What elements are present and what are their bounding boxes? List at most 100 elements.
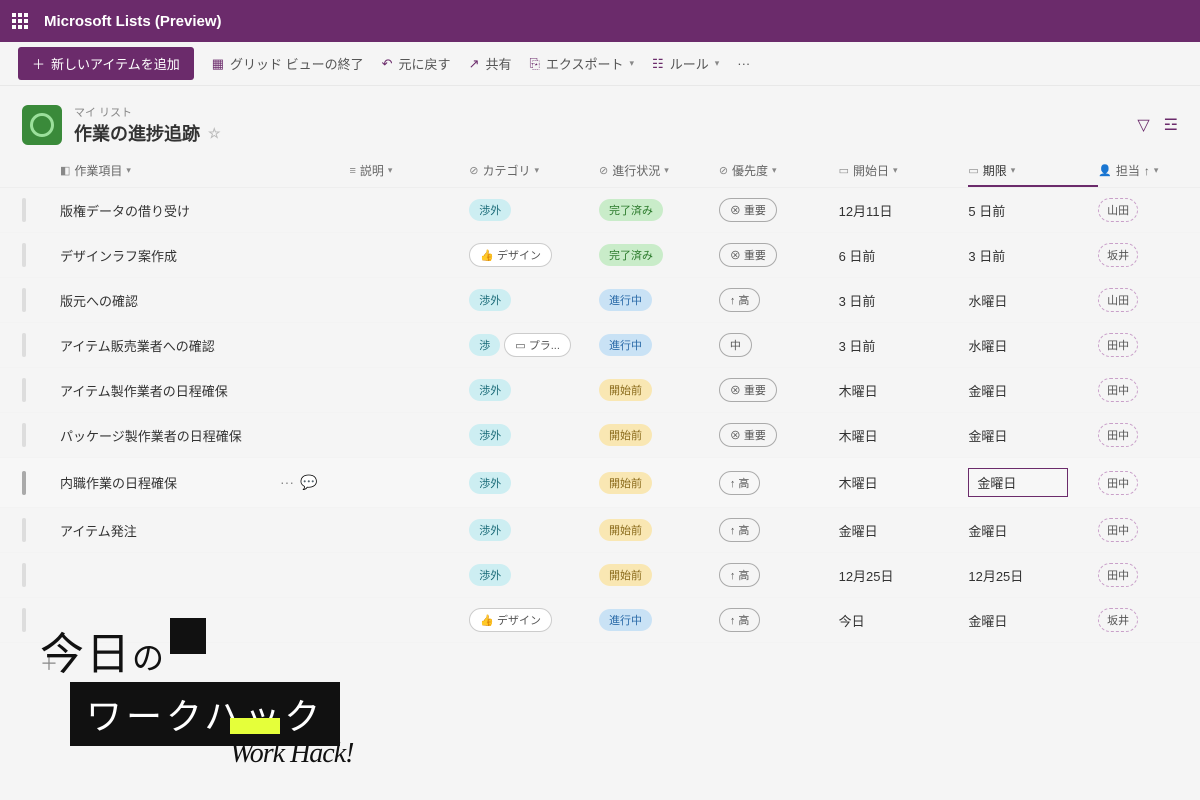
due-cell-editing[interactable]: 金曜日: [968, 468, 1068, 497]
row-handle[interactable]: [22, 608, 26, 632]
row-handle[interactable]: [22, 518, 26, 542]
priority-badge[interactable]: ↑ 高: [719, 471, 761, 495]
assignee-badge[interactable]: 田中: [1098, 471, 1138, 495]
category-pill[interactable]: 渉外: [469, 199, 511, 221]
table-row[interactable]: アイテム製作業者の日程確保 渉外 開始前 ⊗ 重要 木曜日 金曜日 田中: [0, 368, 1200, 413]
table-row[interactable]: 渉外 開始前 ↑ 高 12月25日 12月25日 田中: [0, 553, 1200, 598]
priority-badge[interactable]: ↑ 高: [719, 563, 761, 587]
row-handle[interactable]: [22, 471, 26, 495]
table-row[interactable]: デザインラフ案作成 👍 デザイン 完了済み ⊗ 重要 6 日前 3 日前 坂井: [0, 233, 1200, 278]
status-pill[interactable]: 完了済み: [599, 199, 663, 221]
due-cell[interactable]: 3 日前: [968, 246, 1005, 265]
item-cell[interactable]: アイテム製作業者の日程確保: [60, 381, 349, 400]
start-cell[interactable]: 木曜日: [839, 381, 969, 400]
row-comment-icon[interactable]: 💬: [300, 474, 317, 491]
col-header-status[interactable]: ⊘進行状況 ▾: [599, 162, 719, 179]
assignee-badge[interactable]: 坂井: [1098, 608, 1138, 632]
col-header-due[interactable]: ▭期限 ▾: [968, 162, 1098, 187]
status-pill[interactable]: 開始前: [599, 519, 652, 541]
assignee-badge[interactable]: 田中: [1098, 518, 1138, 542]
status-pill[interactable]: 進行中: [599, 289, 652, 311]
favorite-star-icon[interactable]: ☆: [208, 125, 221, 142]
priority-badge[interactable]: ↑ 高: [719, 518, 761, 542]
status-pill[interactable]: 開始前: [599, 424, 652, 446]
item-cell[interactable]: パッケージ製作業者の日程確保: [60, 426, 349, 445]
priority-badge[interactable]: 中: [719, 333, 752, 357]
assignee-badge[interactable]: 田中: [1098, 333, 1138, 357]
category-pill[interactable]: 渉外: [469, 472, 511, 494]
start-cell[interactable]: 3 日前: [839, 336, 969, 355]
new-item-button[interactable]: ＋ 新しいアイテムを追加: [18, 47, 194, 80]
table-row[interactable]: 👍 デザイン 進行中 ↑ 高 今日 金曜日 坂井: [0, 598, 1200, 643]
status-pill[interactable]: 完了済み: [599, 244, 663, 266]
due-cell[interactable]: 5 日前: [968, 201, 1005, 220]
start-cell[interactable]: 3 日前: [839, 291, 969, 310]
category-pill[interactable]: 👍 デザイン: [469, 243, 552, 267]
category-pill[interactable]: 渉外: [469, 379, 511, 401]
category-pill[interactable]: 👍 デザイン: [469, 608, 552, 632]
col-header-category[interactable]: ⊘カテゴリ ▾: [469, 162, 599, 179]
assignee-badge[interactable]: 田中: [1098, 378, 1138, 402]
view-options-icon[interactable]: ☲: [1164, 115, 1178, 135]
exit-grid-button[interactable]: ▦グリッド ビューの終了: [212, 54, 364, 73]
assignee-badge[interactable]: 山田: [1098, 198, 1138, 222]
due-cell[interactable]: 金曜日: [968, 521, 1007, 540]
priority-badge[interactable]: ⊗ 重要: [719, 243, 777, 267]
category-pill[interactable]: 渉外: [469, 289, 511, 311]
category-pill[interactable]: 渉外: [469, 424, 511, 446]
start-cell[interactable]: 木曜日: [839, 473, 969, 492]
start-cell[interactable]: 今日: [839, 611, 969, 630]
category-pill[interactable]: ▭ プラ...: [504, 333, 571, 357]
table-row[interactable]: パッケージ製作業者の日程確保 渉外 開始前 ⊗ 重要 木曜日 金曜日 田中: [0, 413, 1200, 458]
row-handle[interactable]: [22, 563, 26, 587]
due-cell[interactable]: 12月25日: [968, 566, 1023, 585]
row-handle[interactable]: [22, 423, 26, 447]
col-header-desc[interactable]: ≡説明 ▾: [349, 162, 469, 179]
due-cell[interactable]: 水曜日: [968, 291, 1007, 310]
due-cell[interactable]: 金曜日: [968, 426, 1007, 445]
status-pill[interactable]: 進行中: [599, 609, 652, 631]
due-cell[interactable]: 水曜日: [968, 336, 1007, 355]
col-header-priority[interactable]: ⊘優先度 ▾: [719, 162, 839, 179]
export-menu[interactable]: ⎘エクスポート ▾: [529, 54, 634, 73]
start-cell[interactable]: 6 日前: [839, 246, 969, 265]
item-cell[interactable]: デザインラフ案作成: [60, 246, 349, 265]
status-pill[interactable]: 進行中: [599, 334, 652, 356]
rules-menu[interactable]: ☷ルール ▾: [652, 54, 719, 73]
table-row[interactable]: 版権データの借り受け 渉外 完了済み ⊗ 重要 12月11日 5 日前 山田: [0, 188, 1200, 233]
priority-badge[interactable]: ⊗ 重要: [719, 198, 777, 222]
row-handle[interactable]: [22, 198, 26, 222]
start-cell[interactable]: 金曜日: [839, 521, 969, 540]
start-cell[interactable]: 12月25日: [839, 566, 969, 585]
row-handle[interactable]: [22, 243, 26, 267]
category-pill[interactable]: 渉外: [469, 564, 511, 586]
category-pill[interactable]: 渉: [469, 334, 500, 356]
status-pill[interactable]: 開始前: [599, 379, 652, 401]
priority-badge[interactable]: ↑ 高: [719, 288, 761, 312]
assignee-badge[interactable]: 田中: [1098, 563, 1138, 587]
row-handle[interactable]: [22, 333, 26, 357]
assignee-badge[interactable]: 田中: [1098, 423, 1138, 447]
priority-badge[interactable]: ⊗ 重要: [719, 378, 777, 402]
start-cell[interactable]: 木曜日: [839, 426, 969, 445]
item-cell[interactable]: アイテム販売業者への確認: [60, 336, 349, 355]
priority-badge[interactable]: ↑ 高: [719, 608, 761, 632]
item-cell[interactable]: アイテム発注: [60, 521, 349, 540]
item-cell[interactable]: 版元への確認: [60, 291, 349, 310]
row-handle[interactable]: [22, 378, 26, 402]
due-cell[interactable]: 金曜日: [968, 381, 1007, 400]
filter-icon[interactable]: ▽: [1137, 115, 1149, 135]
status-pill[interactable]: 開始前: [599, 564, 652, 586]
undo-button[interactable]: ↶元に戻す: [382, 54, 451, 73]
add-row-button[interactable]: ＋: [0, 643, 1200, 683]
table-row[interactable]: アイテム販売業者への確認 渉 ▭ プラ... 進行中 中 3 日前 水曜日 田中: [0, 323, 1200, 368]
assignee-badge[interactable]: 坂井: [1098, 243, 1138, 267]
share-button[interactable]: ↗共有: [469, 54, 512, 73]
table-row[interactable]: 版元への確認 渉外 進行中 ↑ 高 3 日前 水曜日 山田: [0, 278, 1200, 323]
breadcrumb[interactable]: マイ リスト: [74, 104, 221, 120]
app-launcher-icon[interactable]: [12, 13, 28, 29]
assignee-badge[interactable]: 山田: [1098, 288, 1138, 312]
table-row[interactable]: アイテム発注 渉外 開始前 ↑ 高 金曜日 金曜日 田中: [0, 508, 1200, 553]
category-pill[interactable]: 渉外: [469, 519, 511, 541]
col-header-item[interactable]: ◧作業項目 ▾: [60, 162, 349, 179]
